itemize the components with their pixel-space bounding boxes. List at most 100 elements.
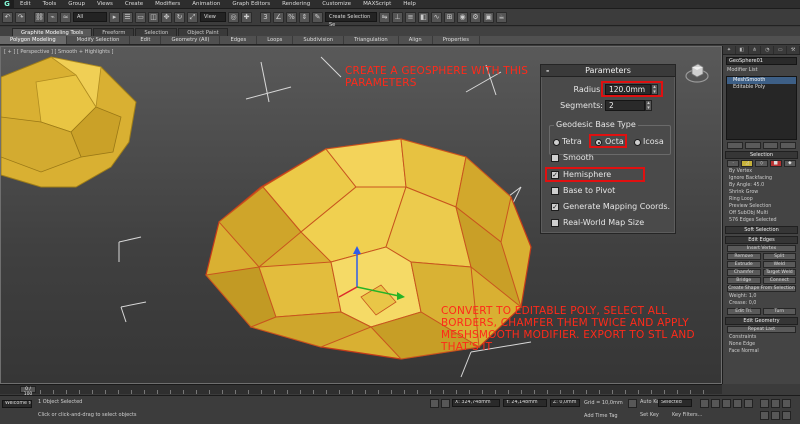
- radio-tetra[interactable]: [553, 139, 560, 146]
- panel-modify-selection[interactable]: Modify Selection: [67, 36, 131, 44]
- scale-icon[interactable]: ⤢: [187, 11, 198, 23]
- viewport-label[interactable]: [ + ] [ Perspective ] [ Smooth + Highlig…: [4, 49, 113, 55]
- redo-icon[interactable]: ↷: [15, 11, 26, 23]
- soft-selection-rollout-header[interactable]: Soft Selection: [725, 226, 798, 234]
- radio-icosa[interactable]: [634, 139, 641, 146]
- stack-item-meshsmooth[interactable]: MeshSmooth: [727, 77, 796, 84]
- window-crossing-icon[interactable]: ◫: [148, 11, 159, 23]
- real-world-map-checkbox[interactable]: [551, 219, 559, 227]
- go-to-end-icon[interactable]: [744, 399, 753, 408]
- selection-rollout-header[interactable]: Selection: [725, 151, 798, 159]
- mirror-icon[interactable]: ⇋: [379, 11, 390, 23]
- target-weld-button[interactable]: Target Weld: [762, 269, 796, 276]
- show-end-result-icon[interactable]: [744, 142, 761, 149]
- tab-selection[interactable]: Selection: [135, 28, 178, 36]
- curve-editor-icon[interactable]: ∿: [431, 11, 442, 23]
- by-angle-option[interactable]: By Angle: 45.0: [723, 182, 800, 189]
- constraint-none[interactable]: None: [729, 342, 742, 347]
- menu-tools[interactable]: Tools: [37, 0, 63, 9]
- edge-mode-icon[interactable]: ◿: [741, 160, 754, 167]
- by-vertex-option[interactable]: By Vertex: [723, 168, 800, 175]
- shrink-grow-buttons[interactable]: Shrink Grow: [723, 189, 800, 196]
- constraint-options[interactable]: None Edge: [723, 341, 800, 348]
- panel-subdivision[interactable]: Subdivision: [293, 36, 345, 44]
- graphite-toggle-icon[interactable]: ◧: [418, 11, 429, 23]
- unlink-icon[interactable]: ⌁: [47, 11, 58, 23]
- edit-edges-rollout-header[interactable]: Edit Edges: [725, 236, 798, 244]
- selection-filter-dropdown[interactable]: All: [73, 12, 107, 22]
- menu-graph-editors[interactable]: Graph Editors: [226, 0, 276, 9]
- time-slider[interactable]: 0 / 100: [0, 384, 722, 397]
- pin-stack-icon[interactable]: [727, 142, 743, 149]
- menu-maxscript[interactable]: MAXScript: [357, 0, 397, 9]
- edit-tri-button[interactable]: Edit Tri.: [727, 308, 761, 315]
- link-icon[interactable]: ⛓: [34, 11, 45, 23]
- app-logo[interactable]: G: [0, 0, 14, 9]
- utilities-tab-icon[interactable]: ⚒: [787, 46, 800, 54]
- percent-snap-icon[interactable]: %: [286, 11, 297, 23]
- constraint-edge[interactable]: Edge: [743, 342, 755, 347]
- menu-create[interactable]: Create: [119, 0, 149, 9]
- edit-named-sel-icon[interactable]: ✎: [312, 11, 323, 23]
- menu-views[interactable]: Views: [91, 0, 119, 9]
- panel-edit[interactable]: Edit: [130, 36, 162, 44]
- spinner-snap-icon[interactable]: ⇕: [299, 11, 310, 23]
- tab-freeform[interactable]: Freeform: [93, 28, 135, 36]
- create-tab-icon[interactable]: ✦: [723, 46, 736, 54]
- mapping-coords-checkbox[interactable]: ✓: [551, 203, 559, 211]
- object-name-field[interactable]: GeoSphere01: [726, 57, 797, 65]
- tab-object-paint[interactable]: Object Paint: [178, 28, 228, 36]
- panel-edges[interactable]: Edges: [220, 36, 258, 44]
- menu-help[interactable]: Help: [397, 0, 422, 9]
- move-icon[interactable]: ✥: [161, 11, 172, 23]
- insert-vertex-button[interactable]: Insert Vertex: [727, 245, 796, 252]
- bridge-button[interactable]: Bridge: [727, 277, 761, 284]
- turn-button[interactable]: Turn: [762, 308, 796, 315]
- angle-snap-icon[interactable]: ∠: [273, 11, 284, 23]
- display-tab-icon[interactable]: ▭: [774, 46, 788, 54]
- manipulate-icon[interactable]: ✚: [241, 11, 252, 23]
- menu-animation[interactable]: Animation: [186, 0, 226, 9]
- smooth-checkbox[interactable]: [551, 154, 559, 162]
- lock-selection-icon[interactable]: [430, 399, 439, 408]
- panel-geometry-all[interactable]: Geometry (All): [161, 36, 221, 44]
- x-coordinate[interactable]: X: 324,748mm: [452, 399, 500, 407]
- play-icon[interactable]: [722, 399, 731, 408]
- stack-item-editable-poly[interactable]: Editable Poly: [727, 84, 796, 91]
- prev-frame-icon[interactable]: [711, 399, 720, 408]
- weld-button[interactable]: Weld: [762, 261, 796, 268]
- named-selection-dropdown[interactable]: Create Selection Se: [325, 12, 377, 28]
- edit-geometry-rollout-header[interactable]: Edit Geometry: [725, 317, 798, 325]
- base-to-pivot-checkbox[interactable]: [551, 187, 559, 195]
- vertex-mode-icon[interactable]: ·: [727, 160, 740, 167]
- undo-icon[interactable]: ↶: [2, 11, 13, 23]
- rect-selection-icon[interactable]: ▭: [135, 11, 146, 23]
- weight-field[interactable]: Weight: 1,0: [723, 293, 800, 300]
- menu-rendering[interactable]: Rendering: [276, 0, 316, 9]
- border-mode-icon[interactable]: ◇: [755, 160, 768, 167]
- ref-coord-dropdown[interactable]: View: [200, 12, 226, 22]
- panel-loops[interactable]: Loops: [257, 36, 294, 44]
- layer-manager-icon[interactable]: ≡: [405, 11, 416, 23]
- remove-button[interactable]: Remove: [727, 253, 761, 260]
- key-filters-button[interactable]: Key Filters...: [672, 412, 702, 418]
- zoom-icon[interactable]: [760, 399, 769, 408]
- rendered-frame-icon[interactable]: ▣: [483, 11, 494, 23]
- menu-modifiers[interactable]: Modifiers: [149, 0, 186, 9]
- add-time-tag-button[interactable]: Add Time Tag: [584, 413, 618, 419]
- preview-selection-options[interactable]: Off SubObj Multi: [723, 210, 800, 217]
- zoom-all-icon[interactable]: [771, 399, 780, 408]
- element-mode-icon[interactable]: ◆: [783, 160, 797, 167]
- snap-toggle-icon[interactable]: 3: [260, 11, 271, 23]
- bind-space-warp-icon[interactable]: ≈: [60, 11, 71, 23]
- create-shape-button[interactable]: Create Shape From Selection: [727, 285, 796, 292]
- ring-loop-buttons[interactable]: Ring Loop: [723, 196, 800, 203]
- segments-input[interactable]: 2: [605, 100, 645, 111]
- render-setup-icon[interactable]: ⚙: [470, 11, 481, 23]
- make-unique-icon[interactable]: [762, 142, 779, 149]
- remove-modifier-icon[interactable]: [780, 142, 796, 149]
- go-to-start-icon[interactable]: [700, 399, 709, 408]
- modifier-stack[interactable]: MeshSmooth Editable Poly: [726, 76, 797, 140]
- viewcube-icon[interactable]: [685, 61, 709, 85]
- rotate-icon[interactable]: ↻: [174, 11, 185, 23]
